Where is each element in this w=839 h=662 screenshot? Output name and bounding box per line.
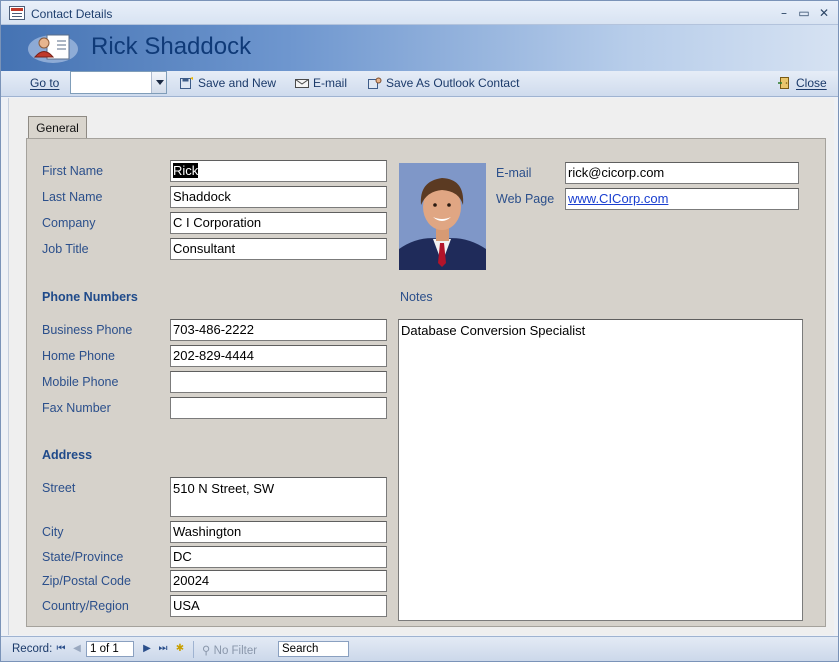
last-name-label: Last Name <box>42 190 103 204</box>
mobile-phone-field[interactable] <box>170 371 387 393</box>
first-name-value: Rick <box>173 163 199 178</box>
close-icon[interactable]: ✕ <box>816 5 832 21</box>
save-and-new-label: Save and New <box>198 76 277 90</box>
window-controls: – ▭ ✕ <box>776 5 832 21</box>
address-heading: Address <box>42 448 93 462</box>
country-region-field[interactable]: USA <box>170 595 387 617</box>
web-page-link[interactable]: www.CICorp.com <box>568 191 668 206</box>
restore-icon[interactable]: ▭ <box>796 5 812 21</box>
tab-general[interactable]: General <box>28 116 87 139</box>
street-field[interactable]: 510 N Street, SW <box>170 477 387 517</box>
home-phone-field[interactable]: 202-829-4444 <box>170 345 387 367</box>
contact-card-icon <box>28 34 78 63</box>
next-record-icon[interactable]: ▶ <box>142 643 152 655</box>
envelope-icon <box>295 79 309 88</box>
web-page-label: Web Page <box>496 192 555 206</box>
contact-photo[interactable] <box>399 163 486 270</box>
toolbar: Go to Save and New E-mail Save As Outloo… <box>1 71 838 97</box>
save-and-new-button[interactable]: Save and New <box>180 76 276 90</box>
business-phone-label: Business Phone <box>42 323 133 337</box>
state-province-label: State/Province <box>42 550 124 564</box>
contact-details-window: Contact Details – ▭ ✕ Rick Shaddock Go t… <box>0 0 839 662</box>
job-title-field[interactable]: Consultant <box>170 238 387 260</box>
form-icon <box>9 6 25 20</box>
save-outlook-label: Save As Outlook Contact <box>386 76 520 90</box>
new-record-icon[interactable]: ✱ <box>175 643 185 655</box>
city-field[interactable]: Washington <box>170 521 387 543</box>
state-province-field[interactable]: DC <box>170 546 387 568</box>
home-phone-label: Home Phone <box>42 349 115 363</box>
previous-record-icon[interactable]: ◀ <box>72 643 82 655</box>
country-region-label: Country/Region <box>42 599 129 613</box>
title-bar: Contact Details – ▭ ✕ <box>1 1 838 25</box>
web-page-field[interactable]: www.CICorp.com <box>565 188 799 210</box>
first-name-label: First Name <box>42 164 104 178</box>
zip-code-label: Zip/Postal Code <box>42 574 131 588</box>
close-button[interactable]: Close <box>778 76 827 90</box>
outlook-contact-icon <box>368 77 382 89</box>
current-record-input[interactable]: 1 of 1 <box>86 641 134 657</box>
record-label: Record: <box>12 643 53 655</box>
search-input[interactable]: Search <box>278 641 349 657</box>
no-filter-button[interactable]: ⚲ No Filter <box>202 643 257 657</box>
notes-field[interactable]: Database Conversion Specialist <box>398 319 803 621</box>
goto-label: Go to <box>30 76 60 90</box>
company-field[interactable]: C I Corporation <box>170 212 387 234</box>
first-record-icon[interactable]: ⏮ <box>56 643 66 655</box>
contact-name-heading: Rick Shaddock <box>91 33 252 60</box>
last-name-field[interactable]: Shaddock <box>170 186 387 208</box>
chevron-down-icon[interactable] <box>151 72 166 93</box>
filter-icon: ⚲ <box>202 643 211 657</box>
first-name-field[interactable]: Rick <box>170 160 387 182</box>
divider <box>193 641 194 658</box>
save-outlook-contact-button[interactable]: Save As Outlook Contact <box>368 76 519 90</box>
save-new-icon <box>180 77 193 89</box>
city-label: City <box>42 525 64 539</box>
close-label: Close <box>796 76 827 90</box>
last-record-icon[interactable]: ⏭ <box>158 643 168 655</box>
record-navigation-bar: Record: ⏮ ◀ 1 of 1 ▶ ⏭ ✱ ⚲ No Filter Sea… <box>1 636 838 661</box>
goto-combobox[interactable] <box>70 71 167 94</box>
email-button[interactable]: E-mail <box>295 76 347 90</box>
mobile-phone-label: Mobile Phone <box>42 375 119 389</box>
street-label: Street <box>42 481 76 495</box>
minimize-icon[interactable]: – <box>776 5 792 21</box>
email-label: E-mail <box>313 76 348 90</box>
portrait-image <box>399 163 486 270</box>
fax-number-label: Fax Number <box>42 401 111 415</box>
business-phone-field[interactable]: 703-486-2222 <box>170 319 387 341</box>
window-title: Contact Details <box>31 7 113 21</box>
email-field[interactable]: rick@cicorp.com <box>565 162 799 184</box>
door-exit-icon <box>778 77 789 89</box>
notes-label: Notes <box>400 290 433 304</box>
company-label: Company <box>42 216 96 230</box>
email-label: E-mail <box>496 166 532 180</box>
job-title-label: Job Title <box>42 242 89 256</box>
form-header: Rick Shaddock <box>1 25 838 71</box>
fax-number-field[interactable] <box>170 397 387 419</box>
phone-numbers-heading: Phone Numbers <box>42 290 138 304</box>
no-filter-label: No Filter <box>213 645 258 657</box>
zip-code-field[interactable]: 20024 <box>170 570 387 592</box>
